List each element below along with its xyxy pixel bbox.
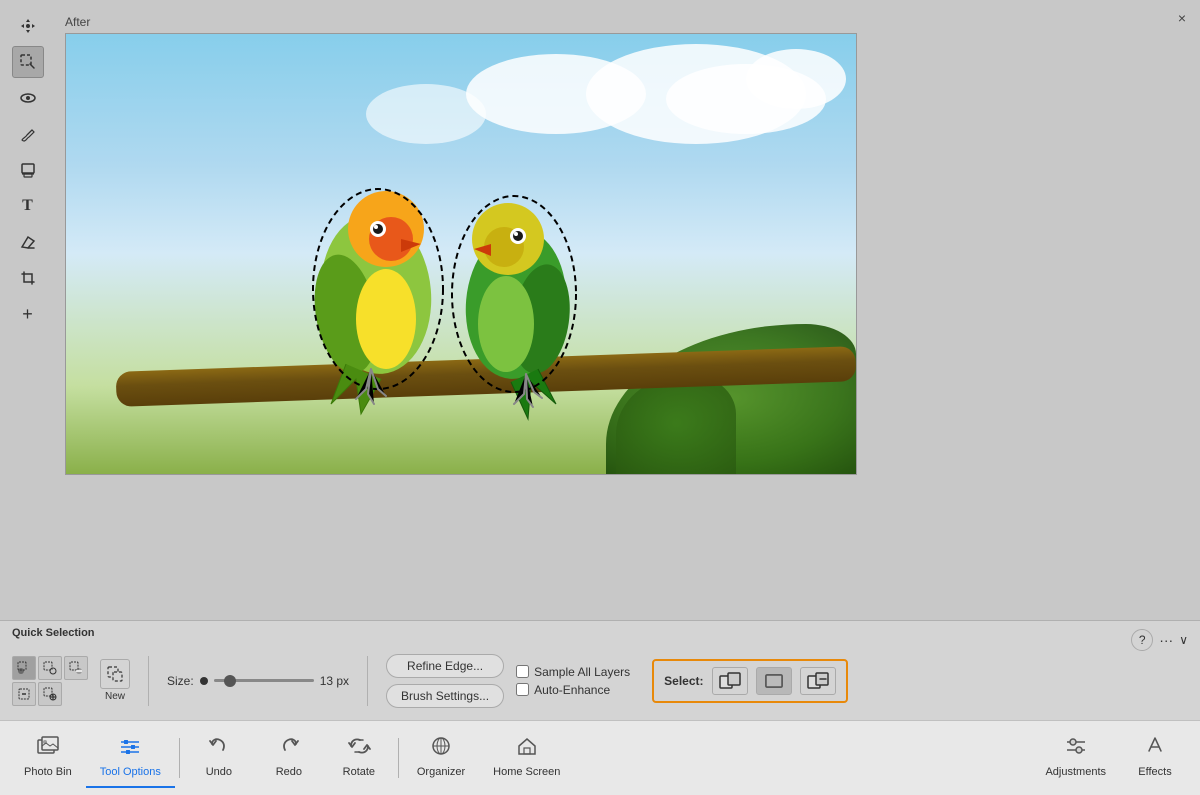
auto-enhance-label: Auto-Enhance	[534, 683, 610, 697]
sample-all-layers-label: Sample All Layers	[534, 665, 630, 679]
brush-tool[interactable]	[12, 118, 44, 150]
tool-variant-row-2	[12, 682, 88, 706]
new-button-area: New	[100, 659, 130, 702]
adjustments-label: Adjustments	[1045, 766, 1106, 778]
help-area: ? ··· ∨	[1131, 629, 1188, 651]
canvas-image	[66, 34, 856, 474]
home-screen-label: Home Screen	[493, 766, 560, 778]
canvas-area: After	[55, 0, 1200, 620]
home-screen-icon	[516, 736, 538, 762]
app-container: T + After	[0, 0, 1200, 795]
adjustments-icon	[1065, 736, 1087, 762]
sample-all-layers-checkbox[interactable]	[516, 665, 529, 678]
quick-sel-variant-5[interactable]	[38, 682, 62, 706]
size-value: 13 px	[320, 674, 349, 688]
quick-sel-variant-1[interactable]	[12, 656, 36, 680]
collapse-button[interactable]: ∨	[1179, 633, 1188, 647]
select-area: Select:	[652, 659, 847, 703]
quick-selection-tool[interactable]	[12, 46, 44, 78]
button-checkbox-area: Refine Edge... Brush Settings...	[386, 654, 504, 708]
rotate-icon	[346, 736, 372, 762]
organizer-label: Organizer	[417, 766, 465, 778]
quick-sel-variant-3[interactable]	[64, 656, 88, 680]
undo-label: Undo	[206, 766, 232, 778]
eraser-tool[interactable]	[12, 226, 44, 258]
move-tool[interactable]	[12, 10, 44, 42]
top-area: T + After	[0, 0, 1200, 620]
taskbar-photo-bin[interactable]: Photo Bin	[10, 728, 86, 788]
canvas-label: After	[65, 15, 90, 29]
select-btn-3[interactable]	[800, 667, 836, 695]
bottom-taskbar: Photo Bin Tool Options	[0, 720, 1200, 795]
options-divider-2	[367, 656, 368, 706]
more-button[interactable]: ···	[1159, 632, 1173, 648]
auto-enhance-row: Auto-Enhance	[516, 683, 630, 697]
taskbar-sep-1	[179, 738, 180, 778]
options-content: New Size: 13 px Refine Edge... Brush Set…	[12, 654, 1188, 708]
tool-options-bar: Quick Selection ? ··· ∨	[0, 620, 1200, 720]
stamp-tool[interactable]	[12, 154, 44, 186]
taskbar-tool-options[interactable]: Tool Options	[86, 728, 175, 788]
new-icon[interactable]	[100, 659, 130, 689]
size-label: Size:	[167, 674, 194, 688]
size-dot	[200, 677, 208, 685]
crop-tool[interactable]	[12, 262, 44, 294]
taskbar-adjustments[interactable]: Adjustments	[1031, 728, 1120, 788]
auto-enhance-checkbox[interactable]	[516, 683, 529, 696]
taskbar-sep-2	[398, 738, 399, 778]
undo-icon	[208, 736, 230, 762]
tool-options-label: Tool Options	[100, 766, 161, 778]
brush-settings-button[interactable]: Brush Settings...	[386, 684, 504, 708]
select-btn-2[interactable]	[756, 667, 792, 695]
tool-variant-group	[12, 656, 88, 706]
tool-options-icon	[119, 736, 141, 762]
organizer-icon	[430, 736, 452, 762]
refine-edge-button[interactable]: Refine Edge...	[386, 654, 504, 678]
checkboxes-area: Sample All Layers Auto-Enhance	[516, 665, 630, 697]
text-tool[interactable]: T	[12, 190, 44, 222]
tool-options-title: Quick Selection	[12, 627, 95, 639]
redo-icon	[278, 736, 300, 762]
size-slider[interactable]	[214, 679, 314, 682]
size-control: Size: 13 px	[167, 674, 349, 688]
left-toolbar: T +	[0, 0, 55, 620]
select-label: Select:	[664, 674, 703, 688]
options-divider-1	[148, 656, 149, 706]
effects-icon	[1144, 736, 1166, 762]
birds-svg	[66, 34, 856, 474]
taskbar-undo[interactable]: Undo	[184, 728, 254, 788]
taskbar-redo[interactable]: Redo	[254, 728, 324, 788]
quick-sel-variant-2[interactable]	[38, 656, 62, 680]
add-tool[interactable]: +	[12, 298, 44, 330]
photo-bin-icon	[37, 736, 59, 762]
taskbar-effects[interactable]: Effects	[1120, 728, 1190, 788]
canvas-frame	[65, 33, 857, 475]
redo-label: Redo	[276, 766, 302, 778]
effects-label: Effects	[1138, 766, 1171, 778]
new-label: New	[105, 691, 125, 702]
taskbar-organizer[interactable]: Organizer	[403, 728, 479, 788]
photo-bin-label: Photo Bin	[24, 766, 72, 778]
close-button[interactable]: ×	[1172, 8, 1192, 28]
view-tool[interactable]	[12, 82, 44, 114]
help-button[interactable]: ?	[1131, 629, 1153, 651]
rotate-label: Rotate	[343, 766, 375, 778]
sample-all-layers-row: Sample All Layers	[516, 665, 630, 679]
quick-sel-variant-4[interactable]	[12, 682, 36, 706]
select-btn-1[interactable]	[712, 667, 748, 695]
tool-variant-row-1	[12, 656, 88, 680]
taskbar-home-screen[interactable]: Home Screen	[479, 728, 574, 788]
taskbar-rotate[interactable]: Rotate	[324, 728, 394, 788]
